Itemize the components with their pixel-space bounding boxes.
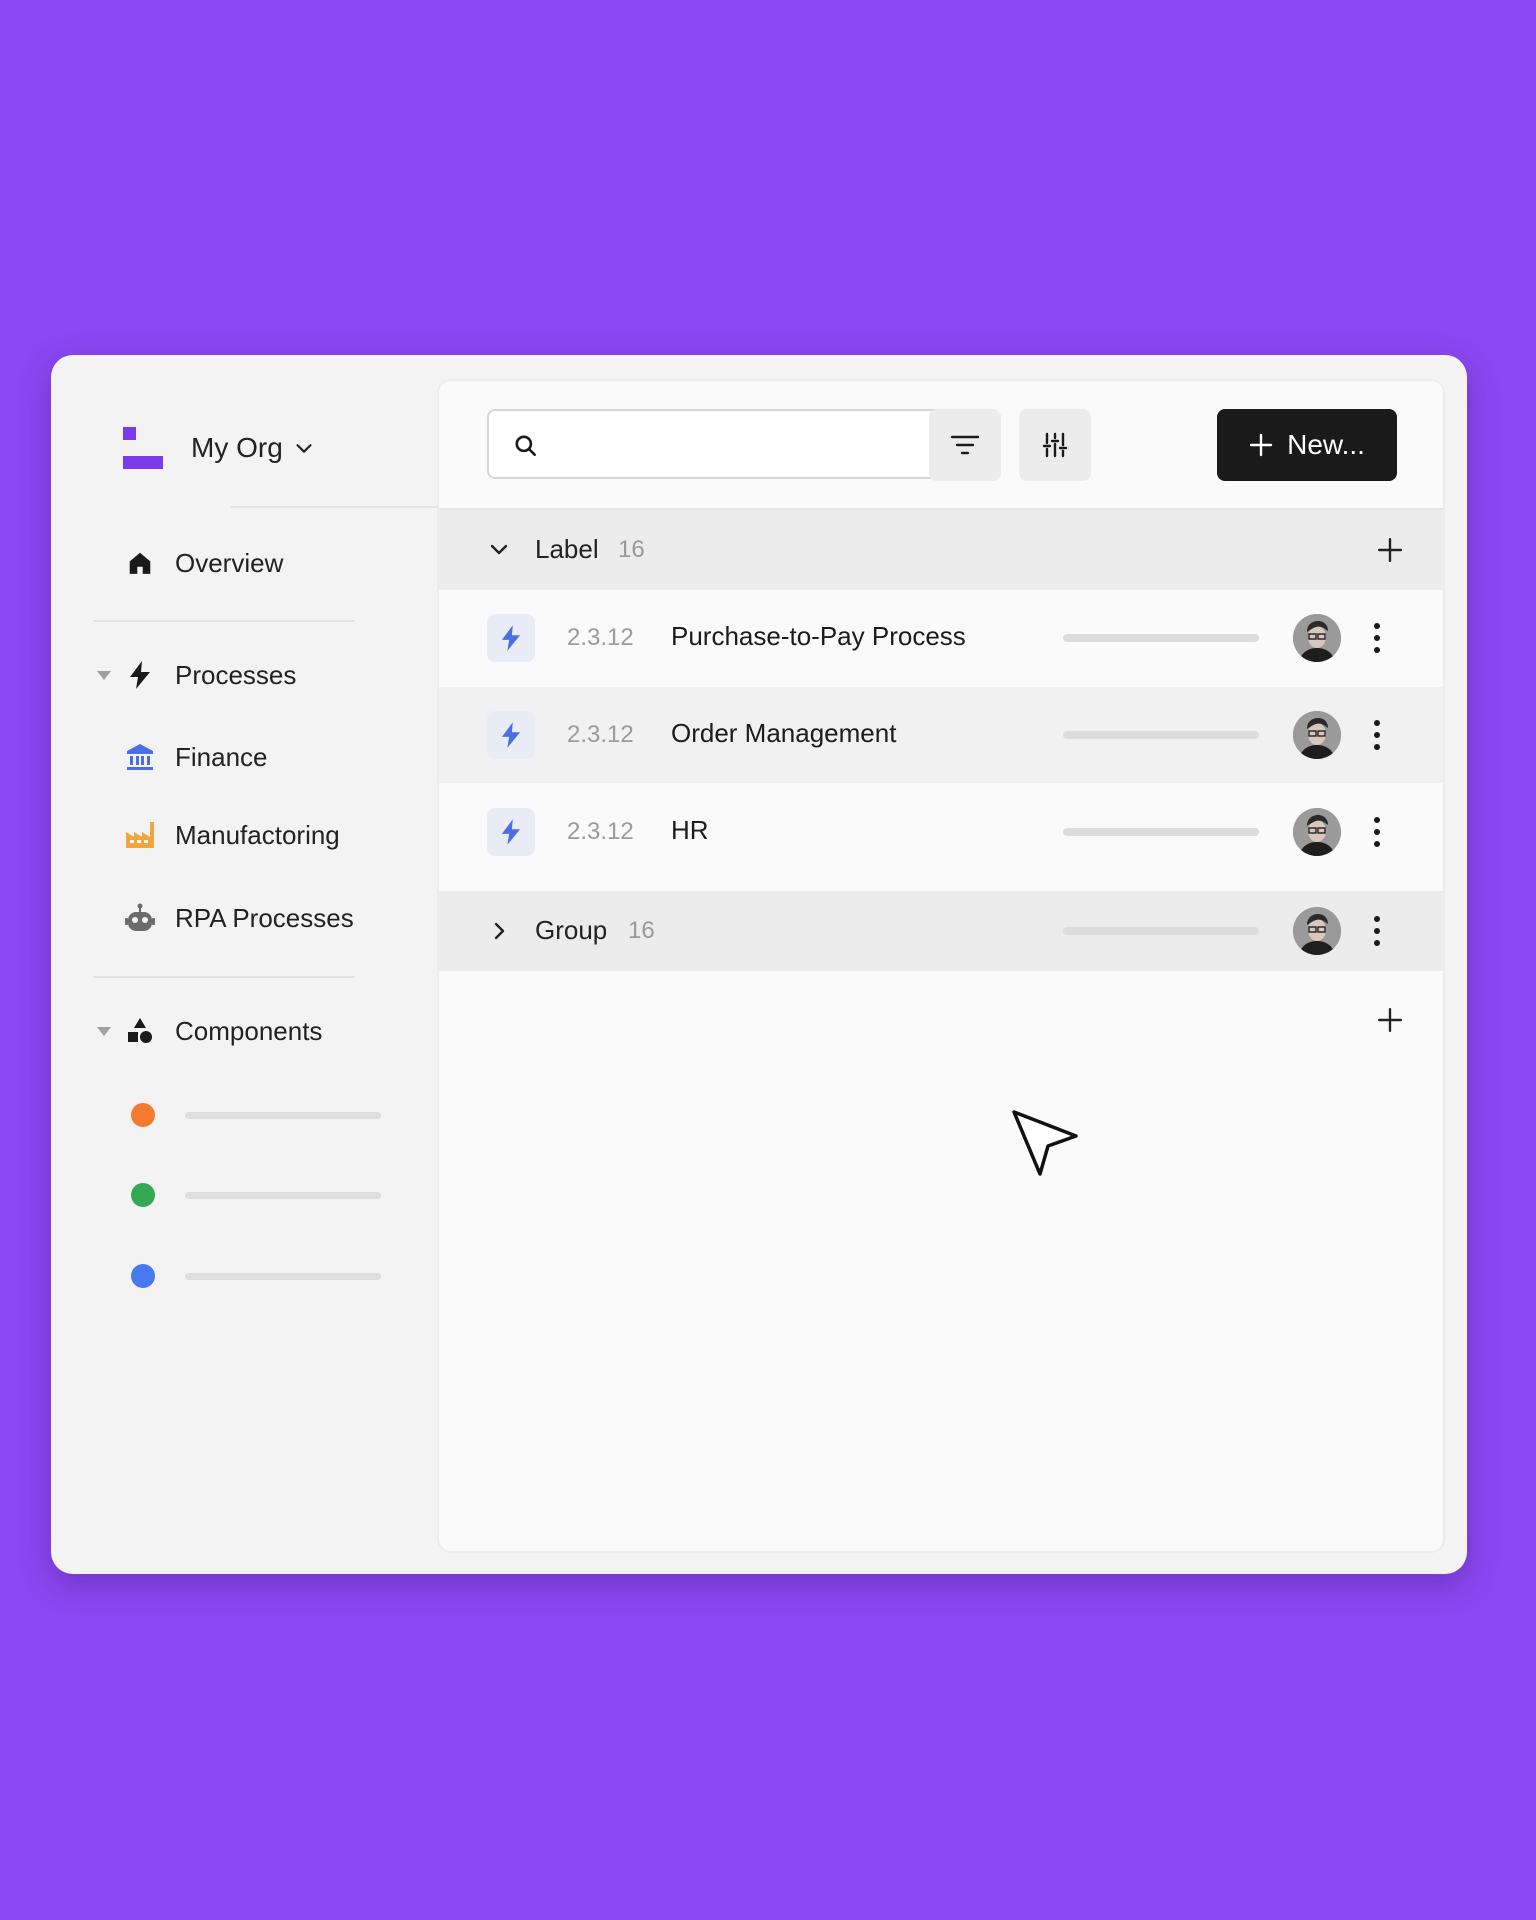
- placeholder-bar: [1063, 828, 1259, 836]
- app-window: My Org Overview Processes Finance Manufa…: [51, 355, 1467, 1574]
- add-group-icon[interactable]: [1377, 1007, 1403, 1033]
- group-count: 16: [618, 536, 645, 563]
- color-dot-icon: [131, 1264, 155, 1288]
- new-button[interactable]: New...: [1217, 409, 1397, 481]
- bank-icon: [125, 742, 155, 772]
- plus-icon: [1249, 433, 1273, 457]
- bolt-icon: [125, 660, 155, 690]
- group-title: Label: [535, 534, 599, 564]
- version: 2.3.12: [567, 721, 634, 748]
- component-item[interactable]: [131, 1182, 381, 1208]
- avatar[interactable]: [1293, 614, 1341, 662]
- avatar[interactable]: [1293, 711, 1341, 759]
- sidebar-item-label: Components: [175, 1015, 323, 1046]
- sliders-icon: [1042, 432, 1068, 458]
- bolt-icon: [487, 808, 535, 856]
- chevron-down-icon: [296, 444, 312, 453]
- placeholder-bar: [1063, 731, 1259, 739]
- placeholder-bar: [1063, 634, 1259, 642]
- filter-icon: [950, 435, 980, 455]
- sidebar-item-label: Overview: [175, 547, 284, 578]
- divider: [93, 976, 355, 978]
- caret-down-icon[interactable]: [97, 671, 111, 680]
- group-title: Group: [535, 915, 608, 945]
- main-panel: New... Label 16 2.3.12 Purchase-to-Pay P…: [437, 379, 1445, 1553]
- search-box[interactable]: [487, 409, 971, 479]
- table-row[interactable]: 2.3.12 Order Management: [439, 687, 1443, 783]
- group-header-group[interactable]: Group 16: [439, 891, 1443, 971]
- placeholder-bar: [1063, 927, 1259, 935]
- sidebar-item-label: Finance: [175, 741, 268, 772]
- view-settings-button[interactable]: [1019, 409, 1091, 481]
- sidebar-item-label: Processes: [175, 659, 297, 690]
- group-count: 16: [628, 917, 655, 944]
- placeholder-bar: [185, 1192, 381, 1199]
- org-switcher[interactable]: My Org: [123, 423, 315, 473]
- version: 2.3.12: [567, 624, 634, 651]
- divider: [231, 506, 437, 508]
- home-icon: [125, 548, 155, 578]
- bolt-icon: [487, 614, 535, 662]
- version: 2.3.12: [567, 818, 634, 845]
- process-name[interactable]: Purchase-to-Pay Process: [671, 621, 966, 652]
- sidebar-item-label: RPA Processes: [175, 902, 354, 933]
- org-name: My Org: [191, 432, 283, 463]
- search-input[interactable]: [551, 425, 955, 465]
- color-dot-icon: [131, 1183, 155, 1207]
- sidebar: My Org Overview Processes Finance Manufa…: [51, 355, 437, 1574]
- divider: [93, 620, 355, 622]
- org-logo: [123, 427, 165, 469]
- avatar[interactable]: [1293, 907, 1341, 955]
- process-name[interactable]: Order Management: [671, 718, 896, 749]
- color-dot-icon: [131, 1103, 155, 1127]
- filter-button[interactable]: [929, 409, 1001, 481]
- table-row[interactable]: 2.3.12 HR: [439, 784, 1443, 880]
- add-icon[interactable]: [1377, 537, 1403, 563]
- placeholder-bar: [185, 1112, 381, 1119]
- group-header-label[interactable]: Label 16: [439, 510, 1443, 590]
- sidebar-item-label: Manufactoring: [175, 819, 340, 850]
- more-icon[interactable]: [1365, 810, 1389, 854]
- avatar[interactable]: [1293, 808, 1341, 856]
- table-row[interactable]: 2.3.12 Purchase-to-Pay Process: [439, 590, 1443, 686]
- caret-down-icon[interactable]: [97, 1027, 111, 1036]
- placeholder-bar: [185, 1273, 381, 1280]
- chevron-right-icon[interactable]: [487, 919, 511, 943]
- component-item[interactable]: [131, 1263, 381, 1289]
- more-icon[interactable]: [1365, 713, 1389, 757]
- cursor-arrow-icon: [1012, 1110, 1078, 1176]
- factory-icon: [125, 820, 155, 850]
- more-icon[interactable]: [1365, 616, 1389, 660]
- bolt-icon: [487, 711, 535, 759]
- process-name[interactable]: HR: [671, 815, 709, 846]
- new-button-label: New...: [1287, 429, 1365, 460]
- more-icon[interactable]: [1365, 909, 1389, 953]
- robot-icon: [125, 903, 155, 933]
- chevron-down-icon[interactable]: [487, 538, 511, 562]
- search-icon: [515, 435, 536, 456]
- component-item[interactable]: [131, 1102, 381, 1128]
- shapes-icon: [125, 1016, 155, 1046]
